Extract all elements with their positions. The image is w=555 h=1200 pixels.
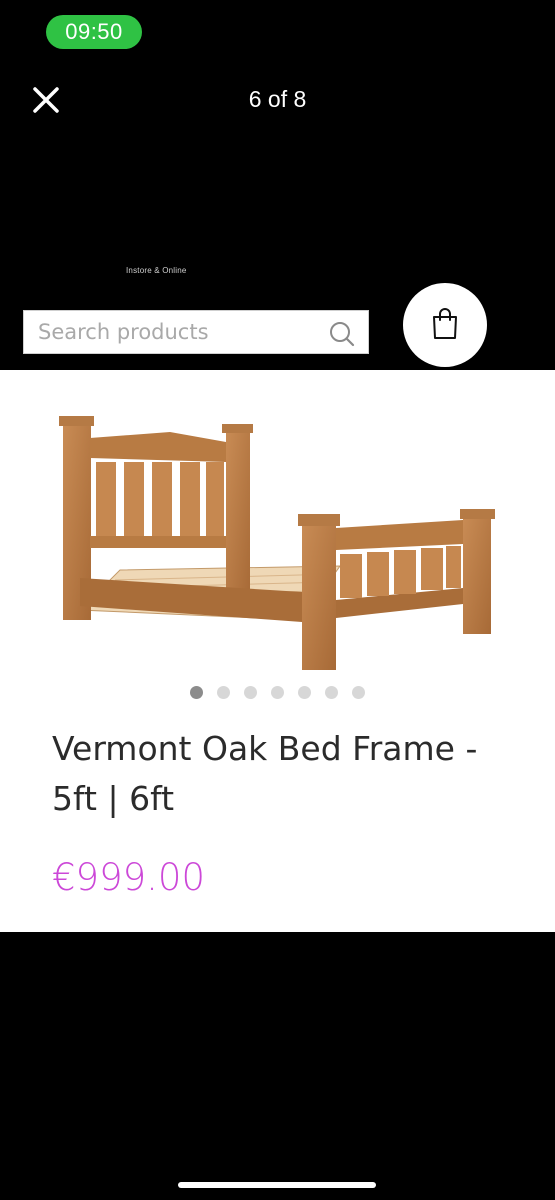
store-tagline: Instore & Online	[126, 266, 187, 275]
carousel-dot[interactable]	[217, 686, 230, 699]
status-time: 09:50	[46, 15, 142, 49]
shopping-bag-icon	[433, 308, 457, 339]
carousel-dot[interactable]	[271, 686, 284, 699]
carousel-dots	[0, 686, 555, 699]
home-indicator[interactable]	[178, 1182, 376, 1188]
carousel-dot[interactable]	[190, 686, 203, 699]
cart-button[interactable]	[403, 283, 487, 367]
product-title: Vermont Oak Bed Frame - 5ft | 6ft	[52, 729, 478, 818]
carousel-dot[interactable]	[325, 686, 338, 699]
search-bar	[23, 310, 369, 354]
product-image[interactable]	[40, 410, 510, 680]
image-counter: 6 of 8	[248, 86, 307, 112]
search-icon[interactable]	[328, 320, 356, 348]
carousel-dot[interactable]	[298, 686, 311, 699]
carousel-dot[interactable]	[352, 686, 365, 699]
product-price: €999.00	[52, 856, 206, 899]
product-panel: Vermont Oak Bed Frame - 5ft | 6ft €999.0…	[0, 370, 555, 932]
carousel-dot[interactable]	[244, 686, 257, 699]
search-input[interactable]	[24, 311, 324, 353]
